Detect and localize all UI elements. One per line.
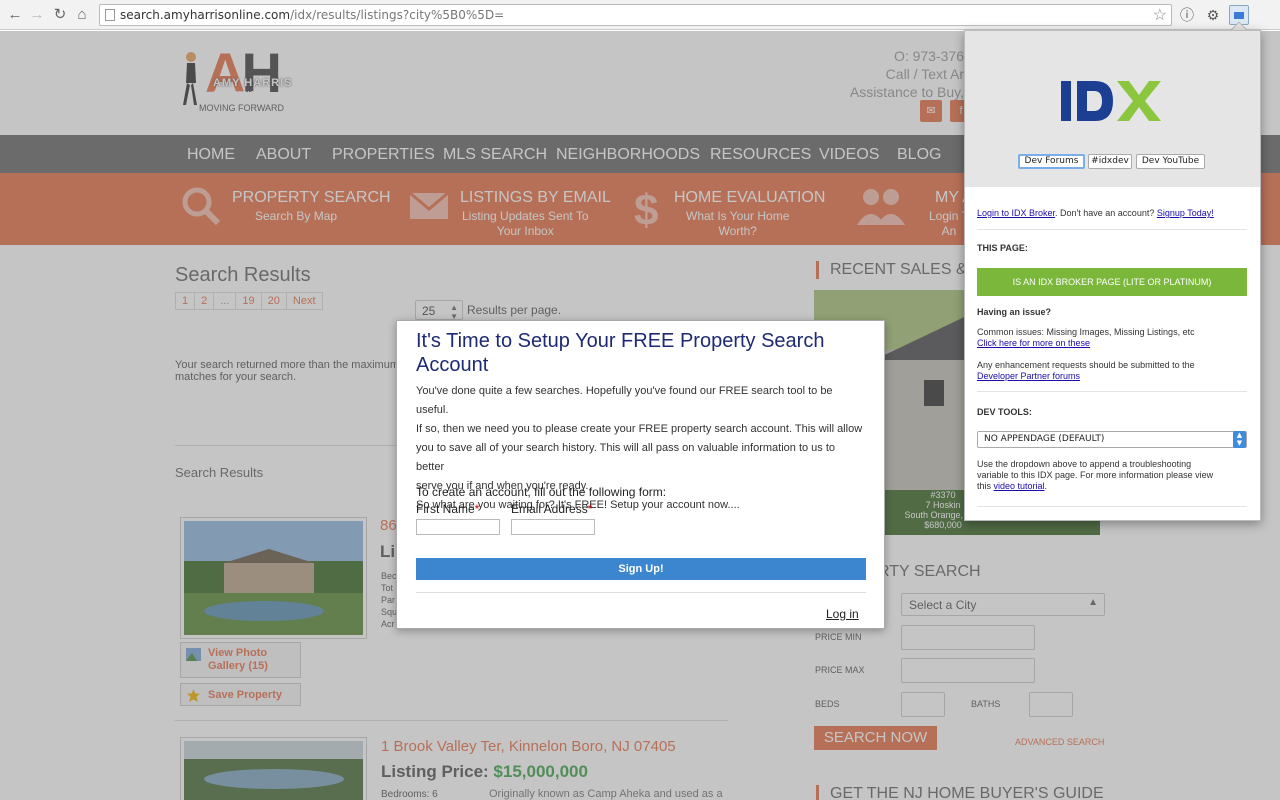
bookmark-star-icon[interactable]: ☆ [1153, 5, 1167, 25]
login-link[interactable]: Login to IDX Broker [977, 208, 1055, 218]
video-tutorial-link[interactable]: video tutorial [994, 481, 1045, 491]
enhancement-text: Any enhancement requests should be submi… [977, 360, 1257, 382]
popup-header: Dev Forums #idxdev Dev YouTube [965, 31, 1260, 187]
divider [977, 506, 1247, 507]
form-heading: To create an account, fill out the follo… [416, 485, 667, 499]
signup-link[interactable]: Signup Today! [1157, 208, 1214, 218]
log-in-link[interactable]: Log in [826, 607, 859, 621]
email-label: Email Address* [511, 502, 593, 516]
issue-heading: Having an issue? [977, 307, 1052, 317]
appendage-select[interactable]: NO APPENDAGE (DEFAULT) ▲ ▼ [977, 431, 1247, 448]
this-page-heading: THIS PAGE: [977, 243, 1028, 253]
forward-icon[interactable]: → [27, 5, 47, 25]
settings-gear-icon[interactable]: ⚙ [1204, 6, 1222, 24]
developer-forums-link[interactable]: Developer Partner forums [977, 371, 1257, 382]
dev-tools-heading: DEV TOOLS: [977, 407, 1032, 417]
divider [977, 391, 1247, 392]
login-line: Login to IDX Broker. Don't have an accou… [977, 208, 1214, 218]
signup-modal: It's Time to Setup Your FREE Property Se… [396, 320, 885, 629]
idx-extension-popup: Dev Forums #idxdev Dev YouTube Login to … [964, 30, 1261, 521]
reload-icon[interactable]: ↻ [50, 5, 70, 25]
idxdev-button[interactable]: #idxdev [1088, 154, 1132, 169]
modal-title: It's Time to Setup Your FREE Property Se… [416, 330, 825, 376]
select-arrows-icon: ▲ ▼ [1233, 431, 1246, 448]
common-issues-text: Common issues: Missing Images, Missing L… [977, 327, 1257, 349]
home-icon[interactable]: ⌂ [72, 5, 92, 25]
dev-forums-button[interactable]: Dev Forums [1018, 154, 1085, 169]
page-icon [105, 9, 115, 21]
divider [416, 592, 866, 593]
idx-logo [1061, 81, 1161, 121]
first-name-input[interactable] [416, 519, 500, 535]
info-icon[interactable]: ⓘ [1178, 6, 1196, 24]
click-here-link[interactable]: Click here for more on these [977, 338, 1257, 349]
sign-up-button[interactable]: Sign Up! [416, 558, 866, 580]
browser-toolbar: ← → ↻ ⌂ search.amyharrisonline.com/idx/r… [0, 0, 1280, 30]
address-bar[interactable]: search.amyharrisonline.com/idx/results/l… [99, 4, 1172, 26]
dev-tools-help: Use the dropdown above to append a troub… [977, 459, 1214, 491]
idx-status-badge: IS AN IDX BROKER PAGE (LITE OR PLATINUM) [977, 268, 1247, 296]
divider [977, 229, 1247, 230]
email-input[interactable] [511, 519, 595, 535]
dev-youtube-button[interactable]: Dev YouTube [1136, 154, 1205, 169]
url-text: search.amyharrisonline.com/idx/results/l… [120, 8, 505, 22]
first-name-label: First Name* [416, 502, 480, 516]
back-icon[interactable]: ← [5, 5, 25, 25]
